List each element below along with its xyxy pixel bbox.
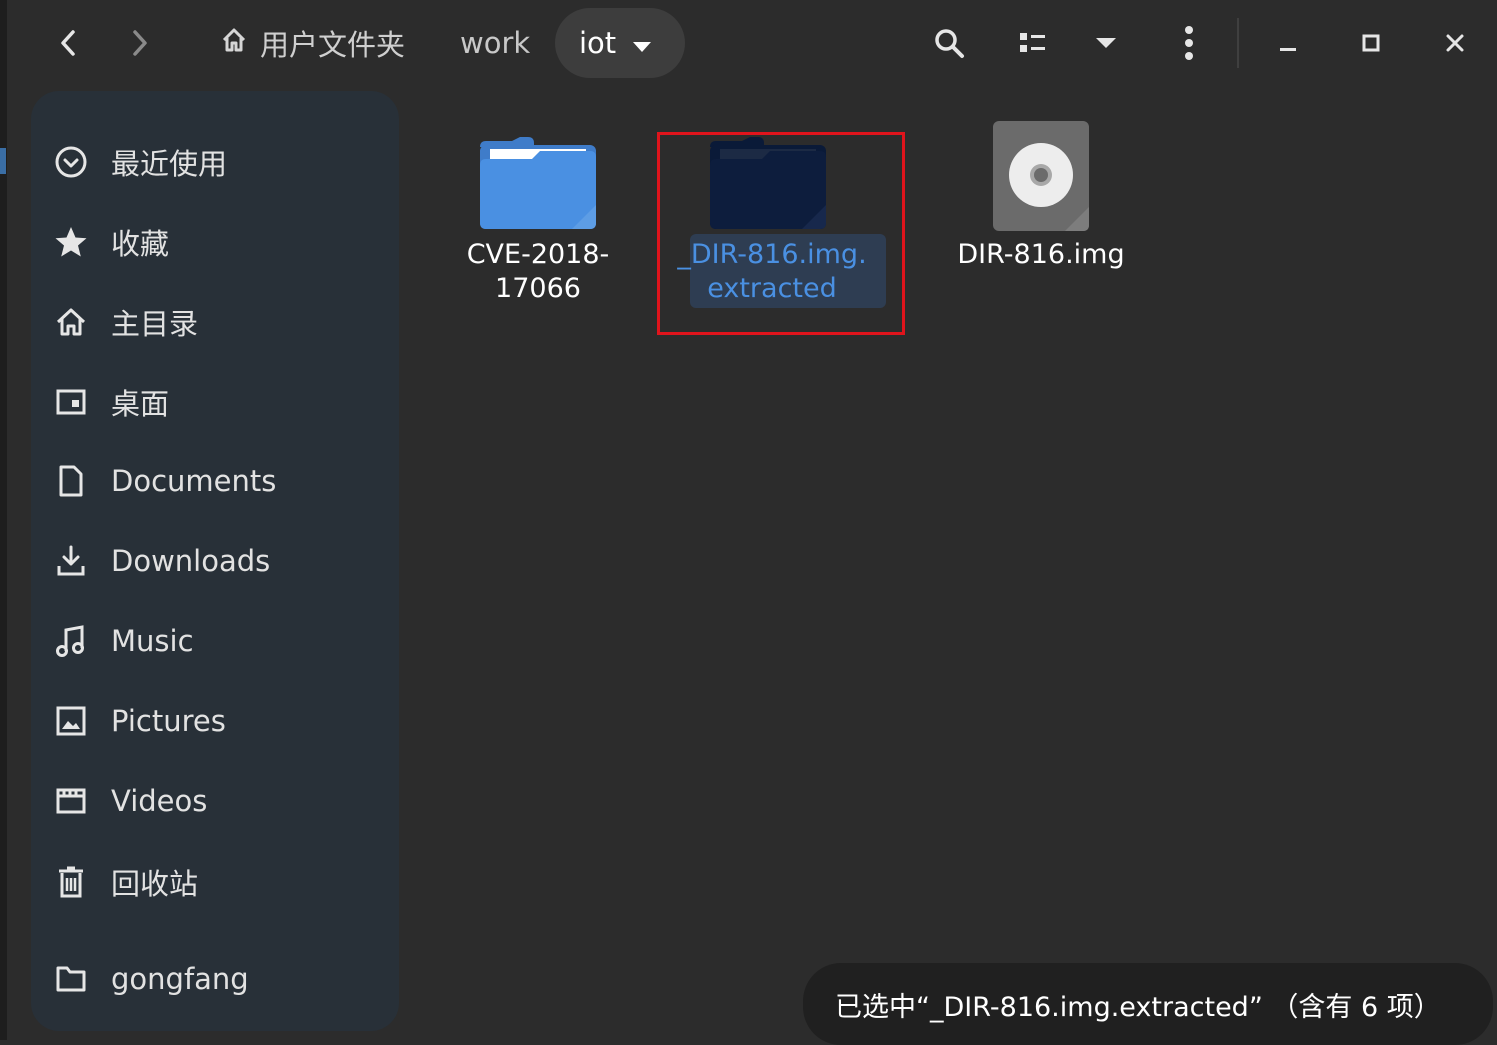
sidebar-item-label: 最近使用	[111, 147, 228, 181]
chevron-down-icon	[1095, 37, 1117, 49]
folder-icon	[428, 118, 648, 233]
file-item[interactable]: CVE-2018- 17066	[428, 108, 648, 338]
file-item-selected[interactable]: _DIR-816.img. extracted	[658, 108, 886, 338]
sidebar-item-downloads[interactable]: Downloads	[31, 531, 399, 591]
sidebar-item-home[interactable]: 主目录	[31, 292, 399, 352]
header-separator	[1237, 18, 1239, 68]
sidebar-item-desktop[interactable]: 桌面	[31, 372, 399, 432]
document-icon	[53, 463, 89, 499]
sidebar-item-label: Downloads	[111, 544, 271, 578]
view-toggle-button[interactable]	[1004, 10, 1062, 76]
sidebar-item-label: 收藏	[111, 227, 170, 261]
star-icon	[53, 224, 89, 260]
music-icon	[53, 623, 89, 659]
breadcrumb-home[interactable]: 用户文件夹	[210, 8, 415, 78]
desktop-icon	[53, 384, 89, 420]
home-icon	[220, 26, 248, 61]
breadcrumb-work[interactable]: work	[446, 8, 544, 78]
main-menu-button[interactable]	[1162, 10, 1216, 76]
sidebar-item-label: 主目录	[111, 307, 199, 341]
breadcrumb-current[interactable]: iot	[555, 8, 685, 78]
sidebar-item-videos[interactable]: Videos	[31, 771, 399, 831]
forward-button[interactable]	[112, 10, 168, 76]
file-name-line: DIR-816.img	[957, 239, 1125, 270]
file-name: DIR-816.img	[931, 238, 1151, 272]
minimize-icon	[1278, 33, 1298, 53]
header-bar: 用户文件夹 work iot	[0, 0, 1497, 88]
sidebar: 最近使用 收藏 主目录 桌面 Documents Downloads Music…	[31, 91, 399, 1031]
sidebar-item-label: 桌面	[111, 387, 170, 421]
file-name-line: 17066	[495, 273, 581, 304]
sidebar-item-label: Documents	[111, 464, 277, 498]
maximize-button[interactable]	[1343, 10, 1399, 76]
home-icon	[53, 304, 89, 340]
video-icon	[53, 783, 89, 819]
sidebar-item-trash[interactable]: 回收站	[31, 852, 399, 912]
sidebar-item-gongfang[interactable]: gongfang	[31, 949, 399, 1009]
close-icon	[1445, 33, 1465, 53]
close-button[interactable]	[1427, 10, 1483, 76]
status-text: 已选中“_DIR-816.img.extracted” （含有 6 项）	[835, 991, 1441, 1023]
folder-icon	[658, 118, 878, 233]
search-icon	[933, 27, 965, 59]
background-window-edge	[0, 0, 7, 1040]
sidebar-item-label: Pictures	[111, 704, 226, 738]
clock-icon	[53, 144, 89, 180]
breadcrumb-home-label: 用户文件夹	[260, 28, 406, 62]
kebab-menu-icon	[1184, 26, 1194, 60]
chevron-down-icon	[616, 26, 652, 60]
background-window-accent	[0, 148, 6, 174]
disk-image-icon	[931, 118, 1151, 233]
breadcrumb-work-label: work	[460, 26, 531, 60]
file-manager-window: 用户文件夹 work iot 最近使用 收藏 主目录 桌面 Documents …	[0, 0, 1497, 1045]
folder-icon	[53, 961, 89, 997]
view-options-button[interactable]	[1078, 10, 1134, 76]
file-name: CVE-2018- 17066	[428, 238, 648, 306]
status-toast: 已选中“_DIR-816.img.extracted” （含有 6 项）	[803, 963, 1493, 1045]
picture-icon	[53, 703, 89, 739]
sidebar-item-music[interactable]: Music	[31, 611, 399, 671]
search-button[interactable]	[920, 10, 978, 76]
sidebar-item-pictures[interactable]: Pictures	[31, 691, 399, 751]
file-item[interactable]: DIR-816.img	[931, 108, 1151, 338]
back-button[interactable]	[40, 10, 96, 76]
sidebar-item-label: Music	[111, 624, 194, 658]
chevron-right-icon	[129, 28, 151, 58]
file-name: _DIR-816.img. extracted	[662, 238, 882, 306]
maximize-icon	[1361, 33, 1381, 53]
sidebar-item-starred[interactable]: 收藏	[31, 212, 399, 272]
sidebar-item-label: 回收站	[111, 867, 199, 901]
sidebar-item-label: Videos	[111, 784, 208, 818]
sidebar-item-documents[interactable]: Documents	[31, 451, 399, 511]
sidebar-item-label: gongfang	[111, 962, 249, 996]
sidebar-item-recent[interactable]: 最近使用	[31, 132, 399, 192]
trash-icon	[53, 864, 89, 900]
breadcrumb-current-label: iot	[579, 26, 617, 60]
file-name-line: CVE-2018-	[466, 239, 610, 270]
file-name-line: _DIR-816.img.	[677, 239, 867, 270]
chevron-left-icon	[57, 28, 79, 58]
list-view-icon	[1019, 32, 1047, 54]
download-icon	[53, 543, 89, 579]
minimize-button[interactable]	[1260, 10, 1316, 76]
file-name-line: extracted	[707, 273, 837, 304]
